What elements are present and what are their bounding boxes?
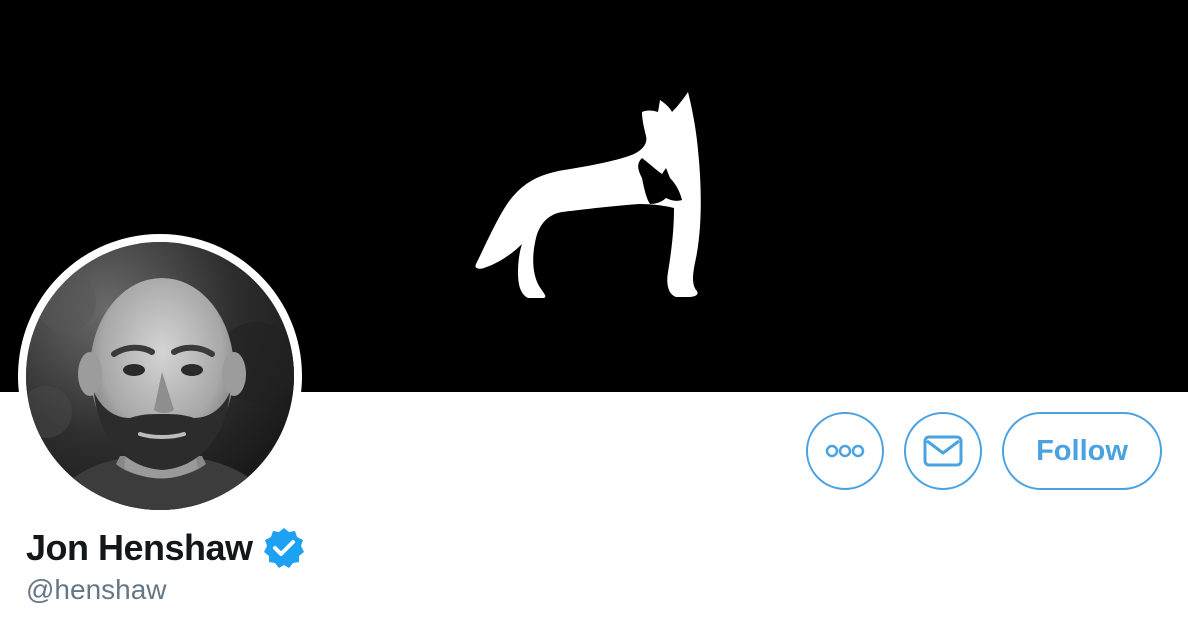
avatar[interactable] [26,242,294,510]
avatar-photo [26,242,294,510]
more-button[interactable] [806,412,884,490]
follow-button[interactable]: Follow [1002,412,1162,490]
display-name: Jon Henshaw [26,527,253,568]
profile-handle: @henshaw [26,574,167,605]
envelope-icon [923,435,963,467]
profile-actions: Follow [806,412,1162,490]
profile-name-row: Jon Henshaw [26,524,305,572]
avatar-ring[interactable] [18,234,302,518]
verified-badge-icon [263,528,304,568]
more-icon [825,444,865,458]
message-button[interactable] [904,412,982,490]
fox-logo-icon [475,92,701,298]
